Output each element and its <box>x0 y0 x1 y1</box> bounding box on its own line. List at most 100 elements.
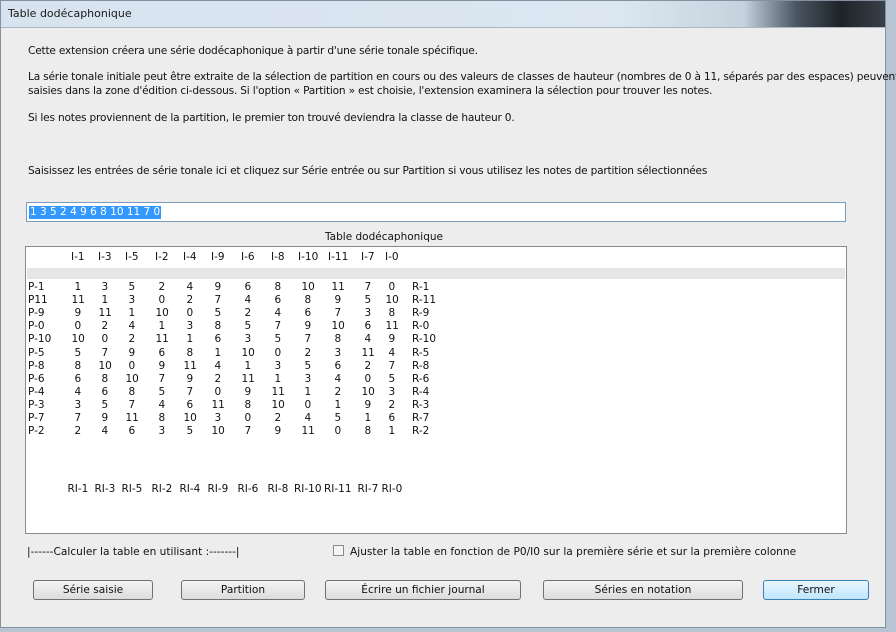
matrix-cell: 2 <box>244 307 252 320</box>
matrix-cell: 6 <box>74 372 82 385</box>
matrix-cell: 5 <box>274 333 282 346</box>
matrix-cell: 0 <box>128 359 136 372</box>
row-label-p: P11 <box>28 294 48 307</box>
row-label-r: R-7 <box>412 412 430 424</box>
matrix-cell: 0 <box>274 346 282 359</box>
column-header-bottom: RI-10 <box>294 483 322 495</box>
matrix-cell: 9 <box>274 425 282 438</box>
matrix-cell: 3 <box>274 359 282 372</box>
matrix-cell: 3 <box>214 412 222 424</box>
matrix-cell: 7 <box>158 372 166 385</box>
matrix-cell: 3 <box>186 320 194 333</box>
matrix-cell: 9 <box>186 372 194 385</box>
matrix-cell: 9 <box>388 333 396 346</box>
matrix-cell: 2 <box>128 333 136 346</box>
matrix-cell: 1 <box>388 425 396 438</box>
title-bar[interactable]: Table dodécaphonique <box>1 1 885 28</box>
matrix-cell: 3 <box>364 307 372 320</box>
matrix-cell: 6 <box>334 359 342 372</box>
row-label-p: P-5 <box>28 346 45 359</box>
matrix-cell: 0 <box>186 307 194 320</box>
matrix-cell: 8 <box>304 294 312 307</box>
matrix-cell: 4 <box>334 372 342 385</box>
matrix-cell: 7 <box>274 320 282 333</box>
matrix-cell: 7 <box>186 385 194 398</box>
serie-saisie-button[interactable]: Série saisie <box>33 580 153 600</box>
matrix-cell: 8 <box>364 425 372 438</box>
matrix-cell: 4 <box>388 346 396 359</box>
matrix-cell: 8 <box>186 346 194 359</box>
matrix-cell: 0 <box>304 398 312 411</box>
column-header-bottom: RI-4 <box>179 483 201 495</box>
matrix-cell: 10 <box>385 294 399 307</box>
partition-button[interactable]: Partition <box>181 580 305 600</box>
matrix-cell: 1 <box>74 281 82 293</box>
twelve-tone-matrix[interactable]: I-1 I-3 I-5 I-2 I-4 I-9 I-6 I-8 I-10 I-11 I-7 I-0 P-… <box>25 246 847 534</box>
matrix-cell: 4 <box>74 385 82 398</box>
matrix-cell: 0 <box>101 333 109 346</box>
adjust-p0-i0-label: Ajuster la table en fonction de P0/I0 su… <box>350 546 797 558</box>
dialog-window: Table dodécaphonique Cette extension cré… <box>0 0 896 628</box>
table-title: Table dodécaphonique <box>325 231 444 243</box>
row-label-p: P-4 <box>28 385 45 398</box>
column-header-top: I-9 <box>211 251 225 263</box>
matrix-cell: 3 <box>101 281 109 293</box>
matrix-cell: 3 <box>244 333 252 346</box>
intro-line-2: La série tonale initiale peut être extra… <box>28 71 896 83</box>
column-header-top: I-10 <box>298 251 319 263</box>
matrix-cell: 11 <box>241 372 255 385</box>
column-header-bottom: RI-11 <box>324 483 352 495</box>
matrix-cell: 0 <box>334 425 342 438</box>
column-header-bottom: RI-8 <box>267 483 289 495</box>
row-label-r: R-11 <box>412 294 437 307</box>
matrix-cell: 11 <box>331 281 345 293</box>
matrix-cell: 6 <box>244 281 252 293</box>
matrix-cell: 5 <box>158 385 166 398</box>
write-log-button[interactable]: Écrire un fichier journal <box>325 580 521 600</box>
intro-line-3: saisies dans la zone d'édition ci-dessou… <box>28 85 713 97</box>
column-header-bottom: RI-0 <box>381 483 403 495</box>
intro-line-5: Saisissez les entrées de série tonale ic… <box>28 165 708 177</box>
matrix-cell: 9 <box>101 412 109 424</box>
column-header-top: I-11 <box>328 251 349 263</box>
matrix-cell: 10 <box>211 425 225 438</box>
matrix-cell: 10 <box>301 281 315 293</box>
matrix-cell: 3 <box>158 425 166 438</box>
row-label-p: P-6 <box>28 372 45 385</box>
adjust-p0-i0-checkbox[interactable] <box>333 545 344 556</box>
matrix-cell: 5 <box>364 294 372 307</box>
row-label-p: P-10 <box>28 333 52 346</box>
intro-line-1: Cette extension créera une série dodécap… <box>28 45 478 57</box>
matrix-cell: 7 <box>304 333 312 346</box>
matrix-cell: 5 <box>244 320 252 333</box>
matrix-cell: 8 <box>334 333 342 346</box>
matrix-cell: 2 <box>101 320 109 333</box>
row-label-p: P-2 <box>28 425 45 438</box>
matrix-cell: 4 <box>364 333 372 346</box>
matrix-cell: 0 <box>214 385 222 398</box>
matrix-cell: 5 <box>388 372 396 385</box>
column-header-bottom: RI-9 <box>207 483 229 495</box>
matrix-cell: 9 <box>334 294 342 307</box>
matrix-cell: 0 <box>388 281 396 293</box>
column-header-bottom: RI-5 <box>121 483 143 495</box>
matrix-cell: 11 <box>385 320 399 333</box>
matrix-cell: 1 <box>214 346 222 359</box>
column-header-top: I-1 <box>71 251 85 263</box>
matrix-cell: 9 <box>74 307 82 320</box>
matrix-cell: 2 <box>364 359 372 372</box>
matrix-cell: 3 <box>304 372 312 385</box>
series-notation-button[interactable]: Séries en notation <box>543 580 743 600</box>
matrix-cell: 9 <box>244 385 252 398</box>
close-button[interactable]: Fermer <box>763 580 869 600</box>
matrix-cell: 5 <box>304 359 312 372</box>
column-header-top: I-3 <box>98 251 112 263</box>
matrix-cell: 6 <box>128 425 136 438</box>
series-input[interactable]: 1 3 5 2 4 9 6 8 10 11 7 0 <box>26 202 846 222</box>
row-label-r: R-9 <box>412 307 430 320</box>
matrix-cell: 5 <box>74 346 82 359</box>
matrix-cell: 4 <box>186 281 194 293</box>
column-header-bottom: RI-7 <box>357 483 379 495</box>
matrix-cell: 9 <box>364 398 372 411</box>
row-label-r: R-3 <box>412 398 430 411</box>
